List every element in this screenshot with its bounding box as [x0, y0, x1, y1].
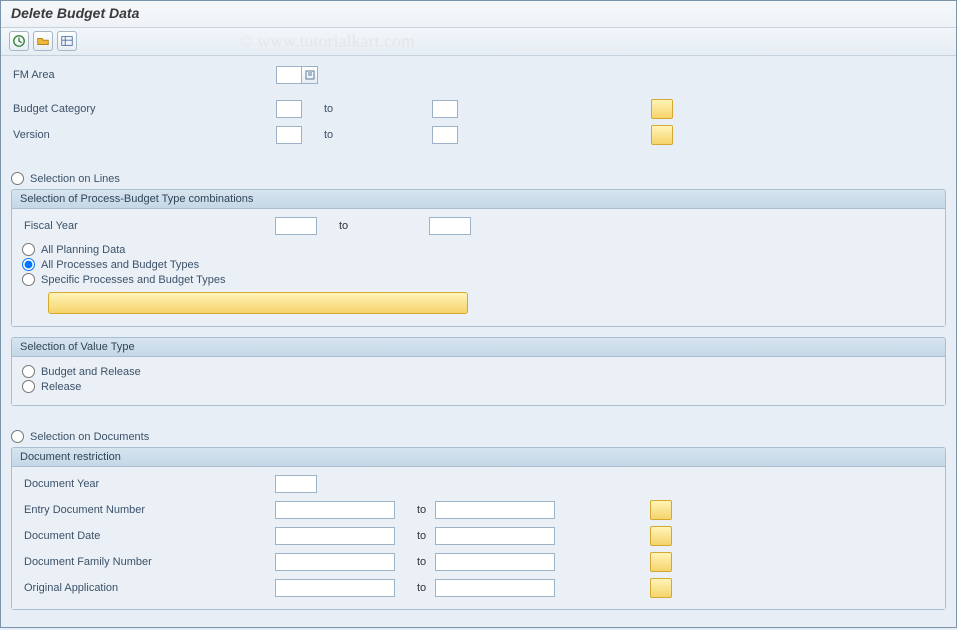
entry-docnum-label: Entry Document Number [22, 504, 275, 516]
specific-processes-label: Specific Processes and Budget Types [41, 274, 225, 286]
release-radio[interactable]: Release [22, 380, 935, 393]
page-title: Delete Budget Data [1, 1, 956, 28]
document-date-from-input[interactable] [275, 527, 395, 545]
document-restriction-group-title: Document restriction [12, 448, 945, 467]
specific-processes-button[interactable] [48, 292, 468, 314]
to-label: to [317, 220, 429, 232]
specific-processes-radio-input[interactable] [22, 273, 35, 286]
all-processes-radio-input[interactable] [22, 258, 35, 271]
document-date-multiselect-button[interactable] [650, 526, 672, 546]
value-type-group: Selection of Value Type Budget and Relea… [11, 337, 946, 406]
document-restriction-group: Document restriction Document Year Entry… [11, 447, 946, 610]
document-date-to-input[interactable] [435, 527, 555, 545]
get-variant-button[interactable] [33, 31, 53, 51]
original-application-to-input[interactable] [435, 579, 555, 597]
all-planning-data-label: All Planning Data [41, 244, 125, 256]
selection-on-lines-radio-input[interactable] [11, 172, 24, 185]
budget-category-label: Budget Category [11, 103, 276, 115]
process-budget-type-group-title: Selection of Process-Budget Type combina… [12, 190, 945, 209]
fiscal-year-to-input[interactable] [429, 217, 471, 235]
document-family-to-input[interactable] [435, 553, 555, 571]
version-multiselect-button[interactable] [651, 125, 673, 145]
version-from-input[interactable] [276, 126, 302, 144]
document-date-label: Document Date [22, 530, 275, 542]
entry-docnum-from-input[interactable] [275, 501, 395, 519]
table-icon [60, 34, 74, 48]
to-label: to [395, 582, 435, 594]
entry-docnum-to-input[interactable] [435, 501, 555, 519]
to-label: to [302, 103, 432, 115]
fm-area-label: FM Area [11, 69, 276, 81]
folder-open-icon [36, 34, 50, 48]
selection-on-documents-radio-input[interactable] [11, 430, 24, 443]
save-variant-button[interactable] [57, 31, 77, 51]
process-budget-type-group: Selection of Process-Budget Type combina… [11, 189, 946, 327]
to-label: to [395, 504, 435, 516]
document-family-from-input[interactable] [275, 553, 395, 571]
all-processes-label: All Processes and Budget Types [41, 259, 199, 271]
all-planning-data-radio-input[interactable] [22, 243, 35, 256]
budget-category-multiselect-button[interactable] [651, 99, 673, 119]
toolbar [1, 28, 956, 56]
budget-category-to-input[interactable] [432, 100, 458, 118]
content-area: FM Area Budget Category to Version to Se… [1, 56, 956, 630]
f4-help-icon [305, 70, 315, 80]
document-family-label: Document Family Number [22, 556, 275, 568]
budget-and-release-label: Budget and Release [41, 366, 141, 378]
document-year-input[interactable] [275, 475, 317, 493]
fiscal-year-from-input[interactable] [275, 217, 317, 235]
value-type-group-title: Selection of Value Type [12, 338, 945, 357]
selection-on-documents-radio[interactable]: Selection on Documents [11, 430, 946, 443]
fm-area-input[interactable] [276, 66, 302, 84]
specific-processes-radio[interactable]: Specific Processes and Budget Types [22, 273, 935, 286]
selection-on-lines-label: Selection on Lines [30, 173, 120, 185]
all-planning-data-radio[interactable]: All Planning Data [22, 243, 935, 256]
budget-category-from-input[interactable] [276, 100, 302, 118]
execute-button[interactable] [9, 31, 29, 51]
to-label: to [395, 556, 435, 568]
version-label: Version [11, 129, 276, 141]
fiscal-year-label: Fiscal Year [22, 220, 275, 232]
original-application-from-input[interactable] [275, 579, 395, 597]
version-to-input[interactable] [432, 126, 458, 144]
budget-and-release-radio[interactable]: Budget and Release [22, 365, 935, 378]
all-processes-radio[interactable]: All Processes and Budget Types [22, 258, 935, 271]
original-application-label: Original Application [22, 582, 275, 594]
document-year-label: Document Year [22, 478, 275, 490]
selection-on-lines-radio[interactable]: Selection on Lines [11, 172, 946, 185]
budget-and-release-radio-input[interactable] [22, 365, 35, 378]
original-application-multiselect-button[interactable] [650, 578, 672, 598]
release-radio-input[interactable] [22, 380, 35, 393]
selection-on-documents-label: Selection on Documents [30, 431, 149, 443]
release-label: Release [41, 381, 81, 393]
document-family-multiselect-button[interactable] [650, 552, 672, 572]
to-label: to [395, 530, 435, 542]
clock-execute-icon [12, 34, 26, 48]
entry-docnum-multiselect-button[interactable] [650, 500, 672, 520]
to-label: to [302, 129, 432, 141]
fm-area-f4-button[interactable] [302, 66, 318, 84]
